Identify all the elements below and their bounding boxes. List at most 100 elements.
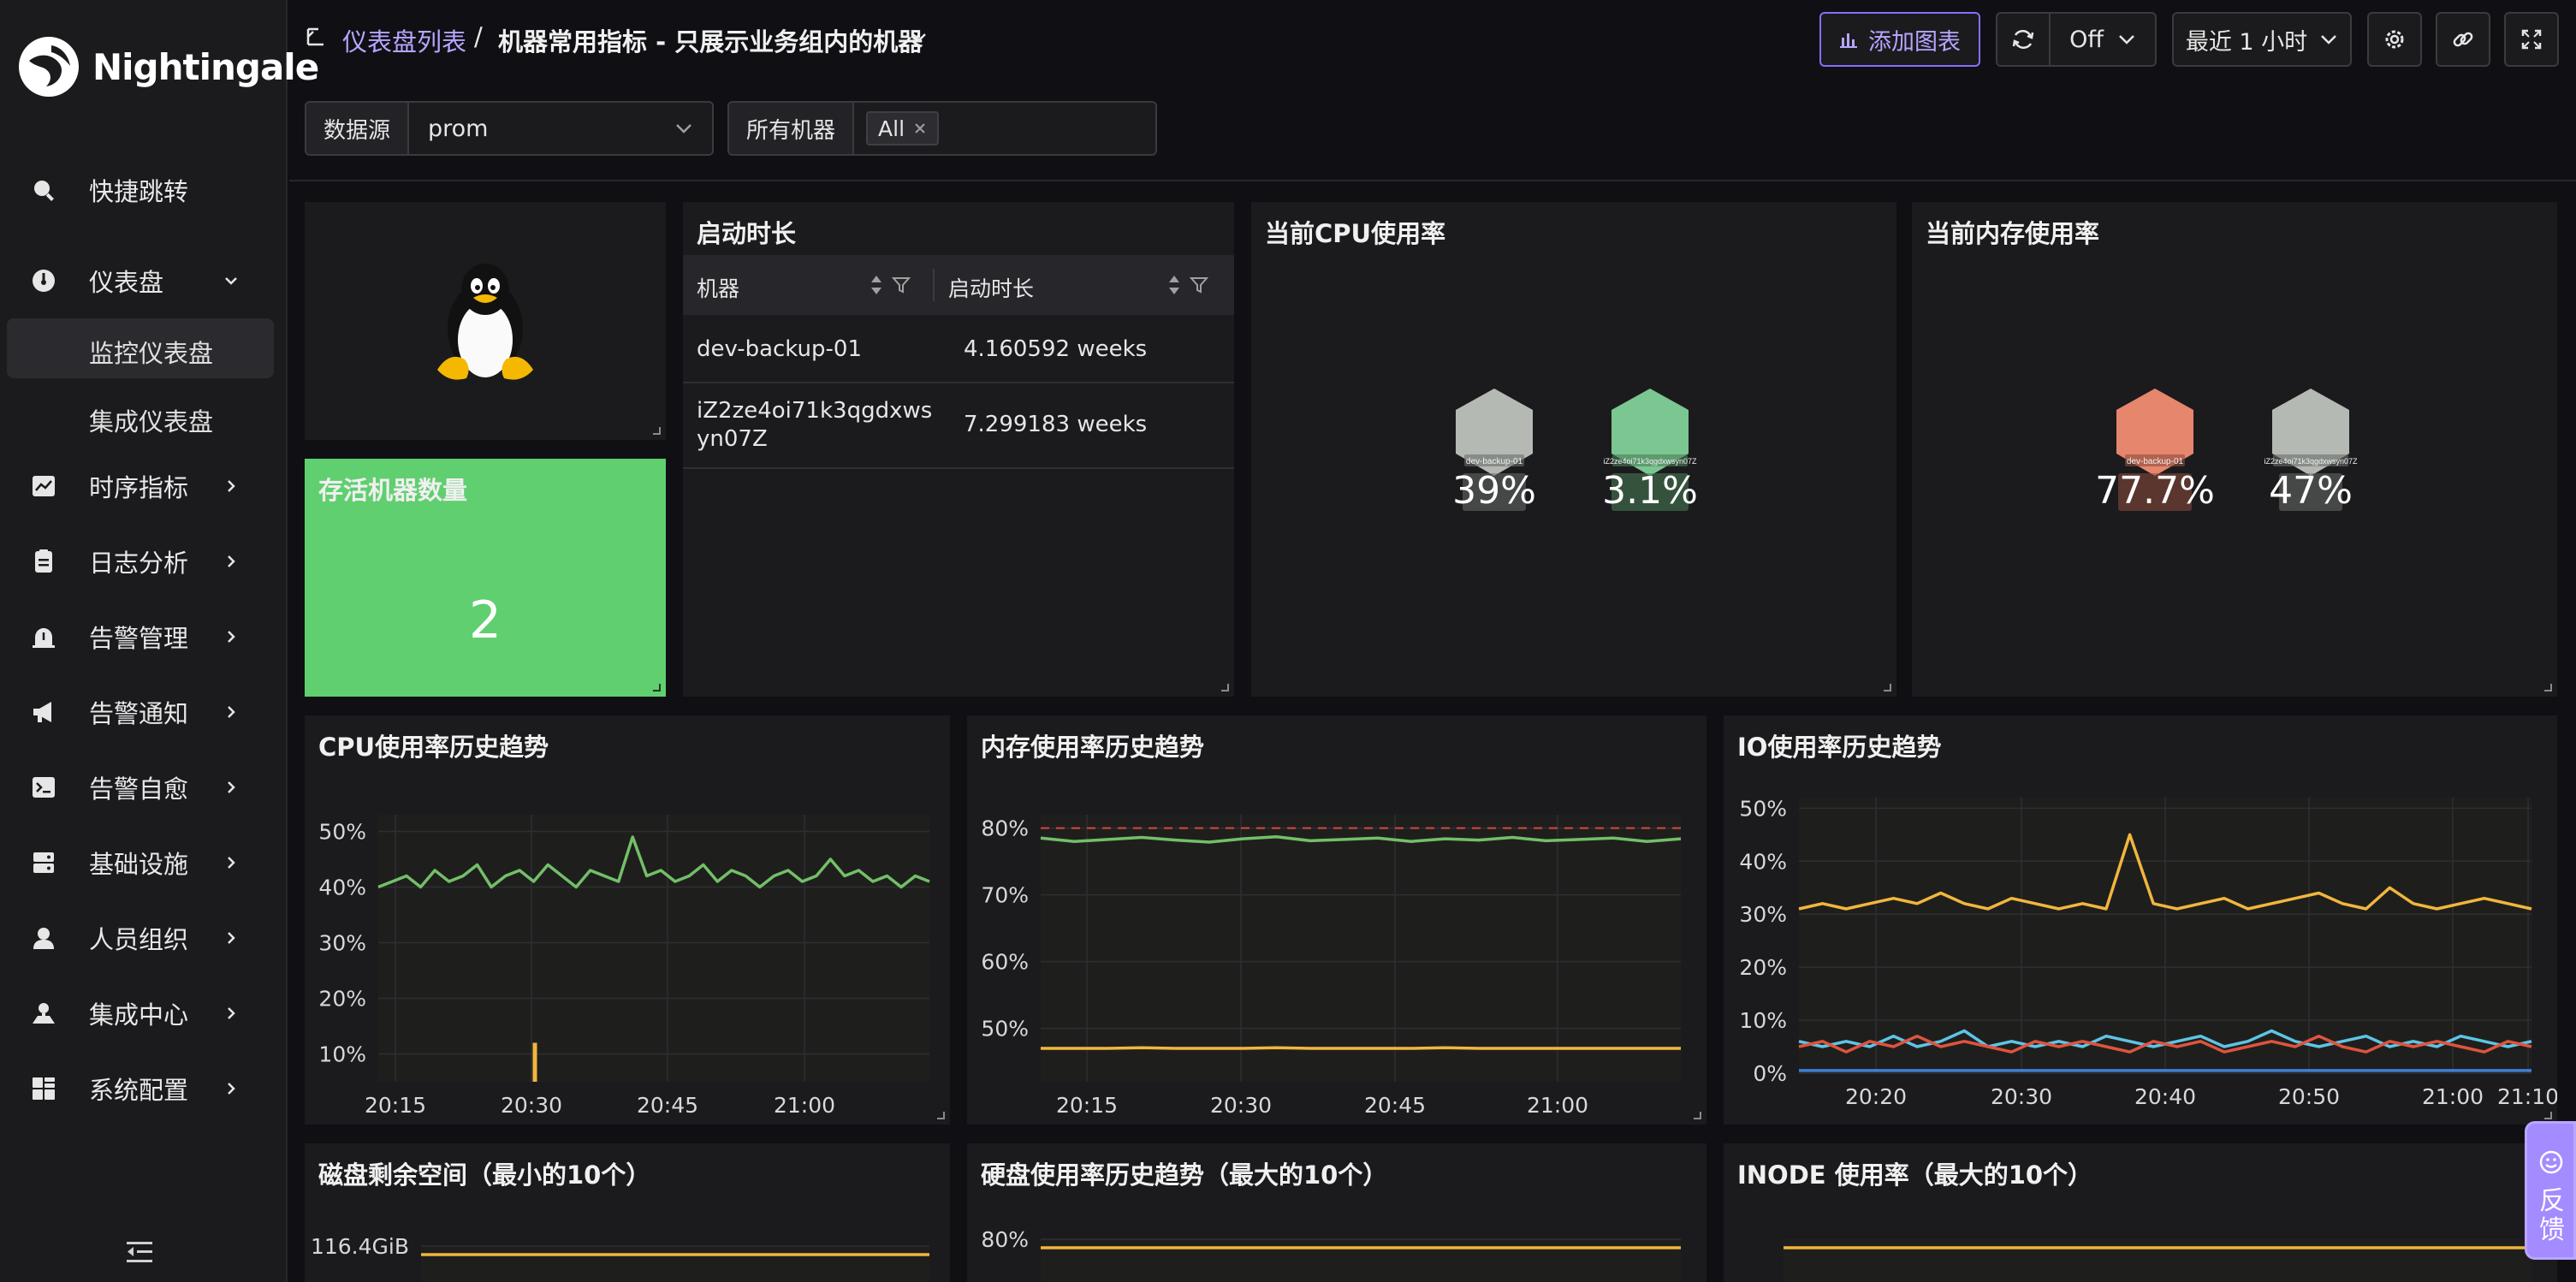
refresh-interval-select[interactable]: Off	[2049, 12, 2157, 67]
y-tick-label: 0%	[1753, 1061, 1787, 1086]
sidebar-item-alert-management[interactable]: 告警管理	[7, 606, 274, 668]
sidebar-item-label: 仪表盘	[89, 268, 164, 297]
sidebar-item-alert-notify[interactable]: 告警通知	[7, 681, 274, 743]
chevron-down-icon	[676, 124, 691, 134]
time-range-picker[interactable]: 最近 1 小时	[2172, 12, 2352, 67]
breadcrumb-dashboard-list[interactable]: 仪表盘列表	[342, 22, 466, 58]
table-row: dev-backup-01 4.160592 weeks	[683, 315, 1234, 383]
sidebar-item-people[interactable]: 人员组织	[7, 907, 274, 969]
y-tick-label: 20%	[318, 987, 366, 1012]
dashboard-title[interactable]: 机器常用指标 - 只展示业务组内的机器	[498, 22, 923, 58]
app-name: Nightingale	[92, 45, 319, 88]
disk-free-panel: 磁盘剩余空间（最小的10个） 116.4GiB	[305, 1143, 950, 1282]
logo[interactable]: Nightingale	[17, 33, 319, 101]
machines-select[interactable]: All	[854, 103, 1155, 154]
cell-uptime: 7.299183 weeks	[964, 412, 1148, 437]
log-icon	[35, 549, 52, 573]
x-tick-label: 20:30	[501, 1093, 562, 1118]
add-chart-label: 添加图表	[1868, 28, 1961, 56]
y-tick-label: 10%	[1739, 1008, 1787, 1033]
resize-handle-icon[interactable]	[650, 681, 661, 691]
back-icon[interactable]	[305, 26, 327, 48]
collapse-sidebar-icon[interactable]	[125, 1239, 154, 1265]
x-tick-label: 20:30	[1210, 1093, 1272, 1118]
add-chart-button[interactable]: 添加图表	[1819, 12, 1980, 67]
resize-handle-icon[interactable]	[1219, 681, 1229, 691]
mem-history-panel: 内存使用率历史趋势 80% 70% 60% 50% 20:15 20:30 20:45 21:…	[967, 715, 1706, 1125]
datasource-label: 数据源	[306, 103, 410, 154]
y-tick-label: 30%	[318, 931, 366, 956]
close-icon[interactable]	[913, 122, 927, 135]
hex-iZ2ze4oi71k3qgdxwsyn07Z: iZ2ze4oi71k3qgdxwsyn07Z 47%	[2264, 389, 2358, 513]
chevron-right-icon	[228, 857, 235, 869]
panel-title: 内存使用率历史趋势	[981, 733, 1205, 762]
sidebar-item-infrastructure[interactable]: 基础设施	[7, 832, 274, 893]
sort-icon[interactable]	[870, 273, 883, 297]
panel-title: INODE 使用率（最大的10个）	[1737, 1160, 2093, 1190]
resize-handle-icon[interactable]	[1691, 1109, 1701, 1119]
sidebar-item-logs[interactable]: 日志分析	[7, 531, 274, 592]
plot-area	[421, 1246, 929, 1282]
chevron-down-icon[interactable]	[911, 31, 928, 45]
settings-button[interactable]	[2367, 12, 2422, 67]
resize-handle-icon[interactable]	[2542, 1109, 2552, 1119]
x-tick-label: 20:50	[2278, 1084, 2340, 1109]
settings-grid-icon	[33, 1077, 55, 1100]
resize-handle-icon[interactable]	[650, 424, 661, 435]
mem-now-panel: 当前内存使用率 dev-backup-01 77.7% iZ2ze4oi71k3…	[1912, 202, 2557, 697]
sidebar-item-label: 告警通知	[89, 699, 189, 728]
y-tick-label: 70%	[981, 883, 1029, 908]
sidebar-item-system-settings[interactable]: 系统配置	[7, 1058, 274, 1119]
fullscreen-button[interactable]	[2504, 12, 2559, 67]
sidebar-item-label: 系统配置	[89, 1076, 189, 1105]
machines-tag[interactable]: All	[866, 111, 940, 145]
chevron-down-icon	[2321, 35, 2337, 45]
share-link-button[interactable]	[2436, 12, 2490, 67]
cell-uptime: 4.160592 weeks	[964, 336, 1148, 362]
refresh-button[interactable]	[1996, 12, 2051, 67]
y-tick-label: 20%	[1739, 955, 1787, 980]
sidebar-item-quick-jump[interactable]: 快捷跳转	[7, 159, 274, 221]
io-history-chart: 50% 40% 30% 20% 10% 0% 20:20 20:30 20:40 20:50 21:…	[1739, 796, 2557, 1109]
sidebar-item-integrations[interactable]: 集成中心	[7, 982, 274, 1044]
filter-icon[interactable]	[1190, 276, 1208, 294]
integration-icon	[33, 1003, 55, 1024]
resize-handle-icon[interactable]	[2542, 681, 2552, 691]
column-header-machine[interactable]: 机器	[697, 272, 739, 303]
cpu-now-panel: 当前CPU使用率 dev-backup-01 39% iZ2ze4oi71k3q…	[1251, 202, 1896, 697]
filter-icon[interactable]	[892, 276, 911, 294]
panel-title: 启动时长	[697, 219, 797, 248]
feedback-button[interactable]: 反馈	[2525, 1121, 2576, 1260]
x-tick-label: 20:40	[2134, 1084, 2196, 1109]
terminal-icon	[33, 777, 55, 798]
hex-value: 47%	[2269, 469, 2353, 513]
panel-title: 磁盘剩余空间（最小的10个）	[318, 1160, 651, 1190]
sort-icon[interactable]	[1167, 273, 1181, 297]
feedback-label: 反馈	[2539, 1186, 2565, 1245]
chevron-right-icon	[228, 781, 235, 793]
gear-icon	[2385, 30, 2404, 49]
server-icon	[33, 852, 54, 873]
header: 仪表盘列表 / 机器常用指标 - 只展示业务组内的机器 添加图表 Off 最近 …	[289, 0, 2576, 86]
hex-label: iZ2ze4oi71k3qgdxwsyn07Z	[1603, 457, 1697, 466]
sidebar-subitem-integration-dashboards[interactable]: 集成仪表盘	[7, 387, 274, 447]
sidebar-item-self-healing[interactable]: 告警自愈	[7, 757, 274, 818]
hex-label: iZ2ze4oi71k3qgdxwsyn07Z	[2264, 457, 2358, 466]
datasource-value: prom	[428, 115, 489, 142]
column-header-uptime[interactable]: 启动时长	[948, 272, 1034, 303]
x-tick-label: 21:10	[2497, 1084, 2557, 1109]
sidebar-subitem-label: 集成仪表盘	[89, 407, 214, 436]
datasource-select[interactable]: prom	[409, 103, 712, 154]
resize-handle-icon[interactable]	[935, 1109, 945, 1119]
sidebar-item-metrics[interactable]: 时序指标	[7, 455, 274, 517]
add-chart-icon	[1840, 33, 1857, 48]
y-tick-label: 40%	[1739, 849, 1787, 874]
chart-icon	[33, 476, 55, 496]
user-icon	[33, 928, 54, 949]
resize-handle-icon[interactable]	[1881, 681, 1891, 691]
sidebar-item-dashboards[interactable]: 仪表盘	[7, 250, 274, 312]
link-icon	[2453, 32, 2473, 47]
x-tick-label: 21:00	[774, 1093, 835, 1118]
sidebar-subitem-monitor-dashboards[interactable]: 监控仪表盘	[7, 318, 274, 378]
chevron-right-icon	[228, 706, 235, 718]
